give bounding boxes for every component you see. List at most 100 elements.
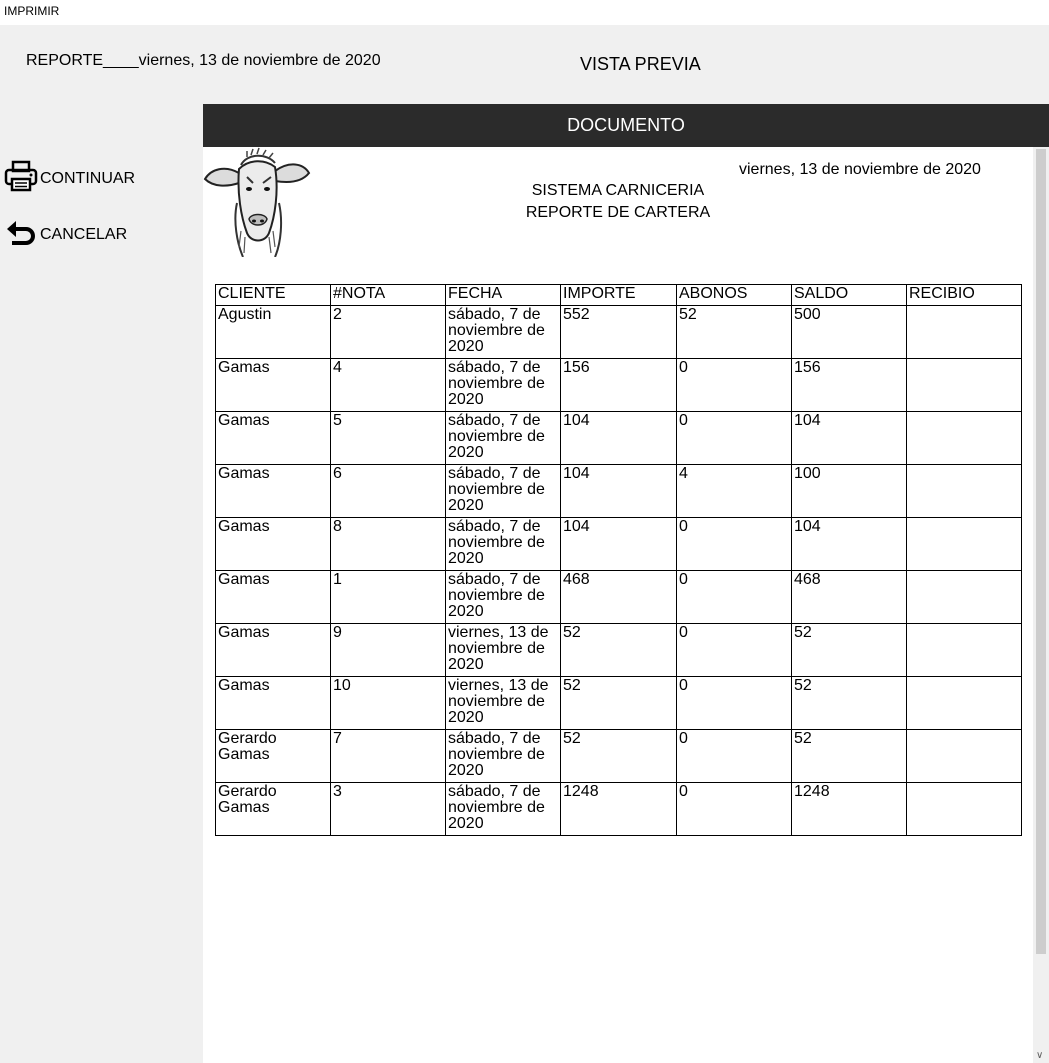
cell-recibio [906,305,1022,359]
cell-recibio [906,411,1022,465]
table-row: Gamas 6 sábado, 7 de noviembre de 2020 104 4… [215,464,1022,518]
cell-abonos: 0 [676,517,792,571]
cell-cliente: Gamas [215,358,331,412]
document-header: DOCUMENTO [203,104,1049,147]
printer-icon [4,160,38,197]
cell-nota: 8 [330,517,446,571]
cell-abonos: 0 [676,676,792,730]
column-header-nota: #NOTA [330,284,446,306]
column-header-fecha: FECHA [445,284,561,306]
cell-fecha: sábado, 7 de noviembre de 2020 [445,570,561,624]
cell-importe: 52 [560,623,677,677]
report-title: REPORTE DE CARTERA [525,204,711,221]
cell-importe: 1248 [560,782,677,836]
cell-saldo: 104 [791,411,907,465]
column-header-importe: IMPORTE [560,284,677,306]
cell-saldo: 104 [791,517,907,571]
cell-saldo: 52 [791,676,907,730]
document-date: viernes, 13 de noviembre de 2020 [739,161,981,178]
cell-fecha: sábado, 7 de noviembre de 2020 [445,358,561,412]
cell-abonos: 0 [676,570,792,624]
cell-nota: 5 [330,411,446,465]
document-page: viernes, 13 de noviembre de 2020 SISTEMA… [203,147,1033,1063]
continue-button[interactable]: CONTINUAR [4,160,135,197]
title-bar: IMPRIMIR [0,0,1049,25]
column-header-cliente: CLIENTE [215,284,331,306]
cell-recibio [906,570,1022,624]
undo-arrow-icon [4,217,38,252]
cell-abonos: 52 [676,305,792,359]
cell-cliente: Gamas [215,570,331,624]
vertical-scrollbar[interactable]: ∨ [1033,147,1049,1063]
cell-nota: 6 [330,464,446,518]
cell-nota: 10 [330,676,446,730]
cell-importe: 52 [560,729,677,783]
chevron-down-icon[interactable]: ∨ [1036,1050,1043,1061]
cell-fecha: viernes, 13 de noviembre de 2020 [445,676,561,730]
cell-nota: 4 [330,358,446,412]
column-header-recibio: RECIBIO [906,284,1022,306]
table-row: Gamas 5 sábado, 7 de noviembre de 2020 104 0… [215,411,1022,465]
table-row: Agustin 2 sábado, 7 de noviembre de 2020 55… [215,305,1022,359]
cell-nota: 7 [330,729,446,783]
cell-abonos: 0 [676,782,792,836]
cell-saldo: 468 [791,570,907,624]
table-row: Gamas 9 viernes, 13 de noviembre de 2020 52… [215,623,1022,677]
cell-recibio [906,676,1022,730]
cell-nota: 2 [330,305,446,359]
cell-abonos: 0 [676,729,792,783]
system-title: SISTEMA CARNICERIA [531,182,705,199]
cell-fecha: viernes, 13 de noviembre de 2020 [445,623,561,677]
cell-abonos: 0 [676,358,792,412]
window-title: IMPRIMIR [4,4,60,18]
cell-nota: 1 [330,570,446,624]
cell-cliente: Gamas [215,464,331,518]
cell-recibio [906,782,1022,836]
cell-fecha: sábado, 7 de noviembre de 2020 [445,782,561,836]
cell-fecha: sábado, 7 de noviembre de 2020 [445,729,561,783]
cell-cliente: Gamas [215,517,331,571]
cell-saldo: 1248 [791,782,907,836]
cell-recibio [906,358,1022,412]
scrollbar-thumb[interactable] [1036,149,1046,954]
cancel-button[interactable]: CANCELAR [4,217,127,252]
cell-importe: 52 [560,676,677,730]
report-table: CLIENTE #NOTA FECHA IMPORTE ABONOS SALDO… [215,284,1022,836]
cell-saldo: 500 [791,305,907,359]
continue-label: CONTINUAR [40,169,136,187]
cell-nota: 3 [330,782,446,836]
column-header-abonos: ABONOS [676,284,792,306]
cell-cliente: Gamas [215,411,331,465]
cell-saldo: 52 [791,729,907,783]
table-header-row: CLIENTE #NOTA FECHA IMPORTE ABONOS SALDO… [215,284,1022,306]
table-row: Gerardo Gamas 7 sábado, 7 de noviembre de … [215,729,1022,783]
cell-cliente: Gamas [215,623,331,677]
cell-abonos: 4 [676,464,792,518]
cell-fecha: sábado, 7 de noviembre de 2020 [445,411,561,465]
cell-importe: 104 [560,411,677,465]
cell-saldo: 100 [791,464,907,518]
cell-importe: 104 [560,517,677,571]
cell-fecha: sábado, 7 de noviembre de 2020 [445,305,561,359]
cell-recibio [906,729,1022,783]
cell-importe: 156 [560,358,677,412]
cell-saldo: 156 [791,358,907,412]
cell-fecha: sábado, 7 de noviembre de 2020 [445,464,561,518]
preview-title: VISTA PREVIA [580,54,701,74]
cell-cliente: Gamas [215,676,331,730]
cell-cliente: Gerardo Gamas [215,729,331,783]
cell-recibio [906,623,1022,677]
cell-cliente: Agustin [215,305,331,359]
cell-saldo: 52 [791,623,907,677]
cell-abonos: 0 [676,411,792,465]
cancel-label: CANCELAR [40,225,128,243]
table-row: Gerardo Gamas 3 sábado, 7 de noviembre de … [215,782,1022,836]
table-row: Gamas 8 sábado, 7 de noviembre de 2020 104 0… [215,517,1022,571]
cell-fecha: sábado, 7 de noviembre de 2020 [445,517,561,571]
cell-recibio [906,464,1022,518]
cell-nota: 9 [330,623,446,677]
column-header-saldo: SALDO [791,284,907,306]
cell-importe: 104 [560,464,677,518]
cell-importe: 468 [560,570,677,624]
report-label: REPORTE____viernes, 13 de noviembre de 2… [26,52,381,69]
